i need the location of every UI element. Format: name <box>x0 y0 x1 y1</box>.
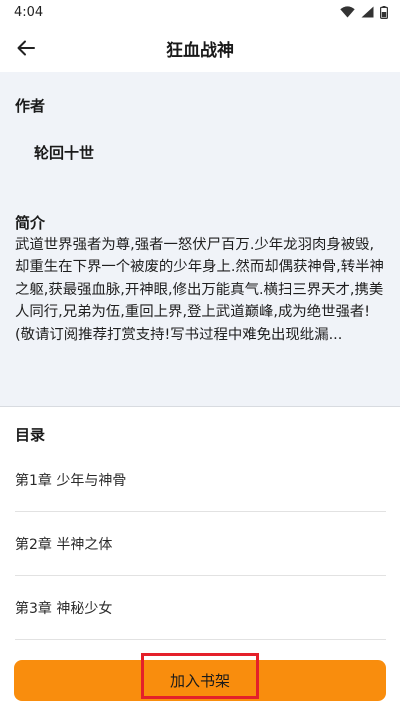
book-info-panel: 作者 轮回十世 简介 武道世界强者为尊,强者一怒伏尸百万.少年龙羽肉身被毁,却重… <box>0 72 400 406</box>
back-button[interactable] <box>10 32 42 64</box>
status-time: 4:04 <box>14 4 44 20</box>
status-icons <box>340 5 388 19</box>
add-to-shelf-label: 加入书架 <box>169 672 230 690</box>
bottom-bar: 加入书架 <box>0 653 400 711</box>
status-bar: 4:04 <box>0 0 400 24</box>
author-name: 轮回十世 <box>34 144 95 162</box>
chapter-item[interactable]: 第2章 半神之体 <box>15 512 386 576</box>
toc-heading: 目录 <box>15 426 46 444</box>
add-to-shelf-button[interactable]: 加入书架 <box>14 660 386 701</box>
intro-heading: 简介 <box>15 214 46 232</box>
chapter-title: 第1章 少年与神骨 <box>15 472 127 489</box>
divider <box>0 406 400 407</box>
chapter-title: 第3章 神秘少女 <box>15 600 113 617</box>
chapter-item[interactable]: 第1章 少年与神骨 <box>15 448 386 512</box>
app-bar: 狂血战神 <box>0 24 400 72</box>
page-title: 狂血战神 <box>166 40 234 61</box>
author-heading: 作者 <box>15 97 46 115</box>
battery-icon <box>380 5 388 19</box>
signal-icon <box>361 6 374 18</box>
arrow-left-icon <box>17 40 35 56</box>
wifi-icon <box>340 6 355 18</box>
chapter-title: 第2章 半神之体 <box>15 536 113 553</box>
intro-text: 武道世界强者为尊,强者一怒伏尸百万.少年龙羽肉身被毁,却重生在下界一个被废的少年… <box>15 237 384 343</box>
chapter-item[interactable]: 第3章 神秘少女 <box>15 576 386 640</box>
